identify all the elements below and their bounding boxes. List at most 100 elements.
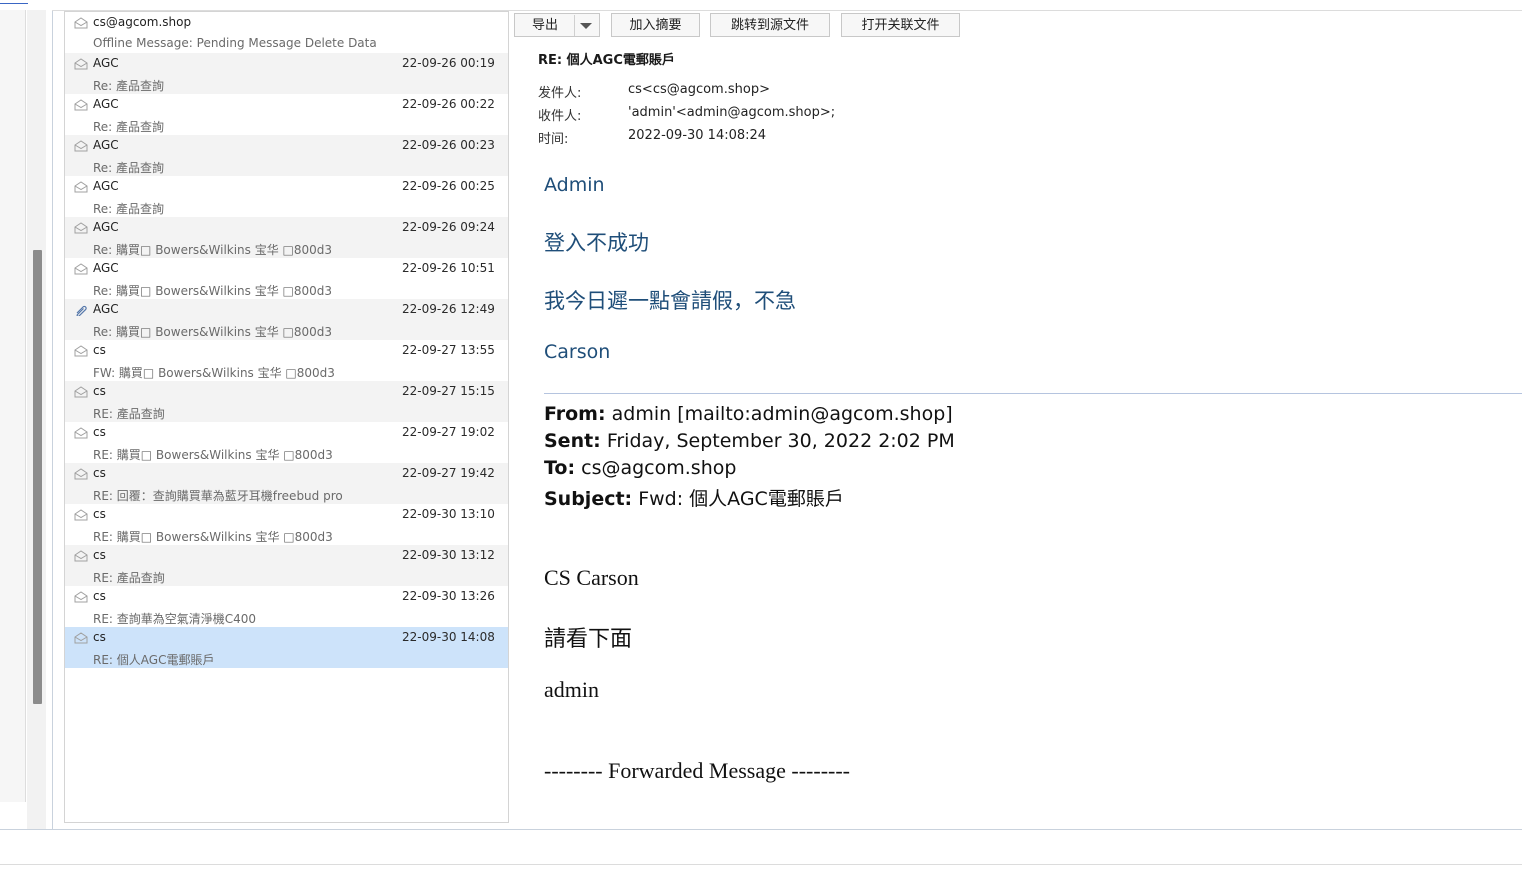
vertical-scrollbar-thumb[interactable] [33,250,42,704]
list-item-subject: Re: 產品查詢 [93,202,165,216]
paperclip-icon [74,304,88,316]
envelope-icon [74,140,88,152]
list-item[interactable]: AGC 22-09-26 00:23 Re: 產品查詢 [65,135,508,176]
body-line-2: 我今日遲一點會請假，不急 [544,289,796,313]
list-item-subject: RE: 產品查詢 [93,407,165,421]
quoted-from-label: From: [544,403,606,425]
list-item-date: 22-09-27 19:42 [402,466,495,480]
body-signature: Carson [544,341,611,363]
list-item-sender: AGC [93,220,119,234]
list-item-subject: RE: 回覆：查詢購買華為藍牙耳機freebud pro [93,489,343,503]
add-summary-label: 加入摘要 [629,18,682,33]
jump-to-source-button[interactable]: 跳转到源文件 [710,13,830,37]
quoted-subject-label: Subject: [544,488,633,510]
from-label: 发件人: [538,86,582,101]
open-related-file-button[interactable]: 打开关联文件 [841,13,960,37]
envelope-icon [74,222,88,234]
quote-divider [544,393,1522,394]
status-bar [0,864,1522,865]
add-summary-button[interactable]: 加入摘要 [611,13,700,37]
quoted-greeting: CS Carson [544,565,639,590]
list-item-subject: RE: 產品查詢 [93,571,165,585]
quoted-to: To: cs@agcom.shop [544,457,736,479]
list-item[interactable]: cs 22-09-27 19:02 RE: 購買□ Bowers&Wilkins 宝… [65,422,508,463]
gutter-top-line [0,0,28,4]
list-item[interactable]: cs 22-09-30 13:10 RE: 購買□ Bowers&Wilkins 宝… [65,504,508,545]
export-button[interactable]: 导出 [514,13,600,37]
list-item-subject: RE: 購買□ Bowers&Wilkins 宝华 □800d3 [93,448,333,462]
list-item-subject: Re: 購買□ Bowers&Wilkins 宝华 □800d3 [93,243,333,257]
quoted-signature: admin [544,677,599,702]
list-item-date: 22-09-30 13:12 [402,548,495,562]
list-item-subject: Offline Message: Pending Message Delete … [93,36,377,50]
status-divider [0,829,1522,830]
list-item-sender: cs@agcom.shop [93,15,192,29]
list-item-subject: Re: 產品查詢 [93,79,165,93]
list-item-date: 22-09-27 19:02 [402,425,495,439]
envelope-icon [74,509,88,521]
list-item[interactable]: AGC 22-09-26 00:19 Re: 產品查詢 [65,53,508,94]
list-item-subject: RE: 個人AGC電郵賬戶 [93,653,215,667]
list-item-date: 22-09-26 00:22 [402,97,495,111]
quoted-to-label: To: [544,457,576,479]
list-item[interactable]: AGC 22-09-26 12:49 Re: 購買□ Bowers&Wilkins … [65,299,508,340]
list-item-subject: Re: 購買□ Bowers&Wilkins 宝华 □800d3 [93,325,333,339]
jump-to-source-label: 跳转到源文件 [730,18,809,33]
list-item-subject: FW: 購買□ Bowers&Wilkins 宝华 □800d3 [93,366,335,380]
list-item-date: 22-09-26 12:49 [402,302,495,316]
list-item[interactable]: AGC 22-09-26 00:22 Re: 產品查詢 [65,94,508,135]
list-item-sender: cs [93,589,106,603]
list-item[interactable]: cs 22-09-27 19:42 RE: 回覆：查詢購買華為藍牙耳機freebud… [65,463,508,504]
time-value: 2022-09-30 14:08:24 [628,128,767,143]
quoted-subject: Subject: Fwd: 個人AGC電郵賬戶 [544,484,844,511]
list-item[interactable]: AGC 22-09-26 09:24 Re: 購買□ Bowers&Wilkins … [65,217,508,258]
list-item-sender: AGC [93,179,119,193]
list-item-date: 22-09-27 15:15 [402,384,495,398]
list-item[interactable]: cs 22-09-30 14:08 RE: 個人AGC電郵賬戶 [65,627,508,668]
envelope-icon [74,345,88,357]
list-item-date: 22-09-26 10:51 [402,261,495,275]
time-label: 时间: [538,132,569,147]
list-item-date: 22-09-26 00:23 [402,138,495,152]
navigation-strip [0,10,26,802]
list-item[interactable]: cs 22-09-30 13:12 RE: 產品查詢 [65,545,508,586]
body-greeting: Admin [544,174,605,196]
list-item-date: 22-09-26 00:19 [402,56,495,70]
list-item[interactable]: cs 22-09-27 15:15 RE: 產品查詢 [65,381,508,422]
list-item-date: 22-09-30 13:10 [402,507,495,521]
list-item-sender: cs [93,425,106,439]
chevron-down-icon[interactable] [574,15,595,36]
list-item-subject: RE: 購買□ Bowers&Wilkins 宝华 □800d3 [93,530,333,544]
list-item-sender: AGC [93,261,119,275]
list-item[interactable]: AGC 22-09-26 10:51 Re: 購買□ Bowers&Wilkins … [65,258,508,299]
open-related-file-label: 打开关联文件 [861,18,940,33]
list-item-sender: AGC [93,138,119,152]
list-item-sender: cs [93,548,106,562]
list-item-sender: cs [93,630,106,644]
list-item[interactable]: cs@agcom.shop Offline Message: Pending Me… [65,12,508,53]
envelope-icon [74,58,88,70]
list-item-sender: AGC [93,97,119,111]
quoted-subject-value: Fwd: 個人AGC電郵賬戶 [632,488,844,510]
quoted-from: From: admin [mailto:admin@agcom.shop] [544,403,953,425]
list-item[interactable]: AGC 22-09-26 00:25 Re: 產品查詢 [65,176,508,217]
envelope-icon [74,468,88,480]
to-label: 收件人: [538,109,582,124]
list-item-date: 22-09-27 13:55 [402,343,495,357]
envelope-icon [74,591,88,603]
list-item-sender: AGC [93,302,119,316]
quoted-line-1: 請看下面 [544,626,633,651]
top-bar [52,0,1522,11]
list-item-sender: cs [93,507,106,521]
envelope-icon [74,427,88,439]
to-value: 'admin'<admin@agcom.shop>; [628,105,836,120]
quoted-sent: Sent: Friday, September 30, 2022 2:02 PM [544,430,955,452]
list-item[interactable]: cs 22-09-27 13:55 FW: 購買□ Bowers&Wilkins 宝… [65,340,508,381]
envelope-icon [74,386,88,398]
list-item-sender: cs [93,384,106,398]
list-item-date: 22-09-26 00:25 [402,179,495,193]
list-item[interactable]: cs 22-09-30 13:26 RE: 查詢華為空氣清淨機C400 [65,586,508,627]
left-gutter [0,0,53,830]
list-item-subject: Re: 產品查詢 [93,120,165,134]
list-item-date: 22-09-30 14:08 [402,630,495,644]
